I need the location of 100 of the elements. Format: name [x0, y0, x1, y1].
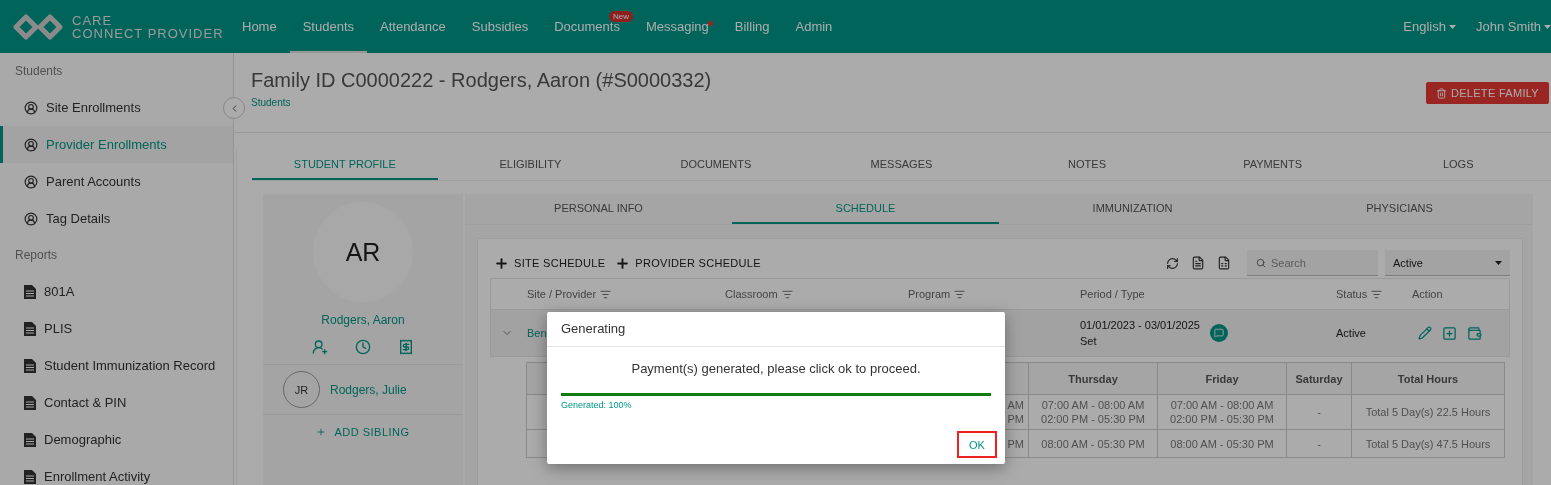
period-text: 01/01/2023 - 03/01/2025 Set [1080, 319, 1200, 347]
tab[interactable]: DOCUMENTS [623, 149, 809, 180]
sub-tab[interactable]: PERSONAL INFO [465, 194, 732, 224]
table-cell: 07:00 AM - 08:00 AM 02:00 PM - 05:30 PM [1041, 398, 1145, 426]
language-menu[interactable]: English [1403, 19, 1456, 34]
ok-button[interactable]: OK [957, 431, 997, 458]
sidebar-item[interactable]: Tag Details [0, 200, 233, 237]
sub-tab[interactable]: SCHEDULE [732, 194, 999, 224]
column-header: Saturday [1295, 371, 1343, 386]
collapse-button[interactable] [223, 97, 245, 119]
caret-icon [1544, 24, 1551, 29]
tab[interactable]: MESSAGES [808, 149, 995, 180]
delete-family-button[interactable]: DELETE FAMILY [1425, 82, 1549, 104]
document-icon [24, 358, 36, 373]
nav-link[interactable]: Subsidies [458, 0, 542, 53]
user-plus-icon[interactable] [312, 339, 328, 355]
add-sibling-button[interactable]: ADD SIBLING [310, 425, 416, 439]
nav-link[interactable]: Documents New [541, 0, 633, 53]
sidebar-item[interactable]: Enrollment Activity [0, 458, 233, 485]
table-cell: PM [1007, 436, 1024, 451]
sidebar-item[interactable]: Parent Accounts [0, 163, 233, 200]
tab[interactable]: NOTES [994, 149, 1180, 180]
plus-icon [494, 255, 509, 271]
table-cell: - [1317, 436, 1321, 451]
section-title: Students [15, 64, 63, 78]
dialog-message: Payment(s) generated, please click ok to proceed. [630, 361, 922, 376]
tab[interactable]: PAYMENTS [1179, 149, 1366, 180]
table-cell: 08:00 AM - 05:30 PM [1041, 436, 1145, 451]
tab[interactable]: LOGS [1365, 149, 1551, 180]
page-title: Family ID C0000222 - Rodgers, Aaron (#S0000332) [251, 69, 712, 92]
add-schedule-button[interactable]: SITE SCHEDULE [490, 255, 612, 271]
sidebar-item[interactable]: 801A [0, 273, 233, 310]
add-schedule-button[interactable]: PROVIDER SCHEDULE [611, 255, 767, 271]
column-header: Status [1336, 288, 1412, 300]
student-name: Rodgers, Aaron [320, 313, 406, 327]
caret-icon [1495, 260, 1502, 265]
table-cell: 08:00 AM - 05:30 PM [1170, 436, 1274, 451]
sibling-name[interactable]: Rodgers, Julie [330, 382, 407, 397]
nav-link[interactable]: Admin [782, 0, 846, 53]
logo-text: CARE CONNECT PROVIDER [72, 13, 224, 40]
filter-icon[interactable] [954, 288, 966, 300]
plus-icon [615, 255, 631, 271]
tab[interactable]: ELIGIBILITY [437, 149, 624, 180]
dialog-title: Generating [547, 312, 1005, 347]
nav-link[interactable]: Home [229, 0, 290, 53]
filter-icon[interactable] [600, 288, 612, 300]
filter-icon[interactable] [1371, 288, 1383, 300]
table-cell: Total 5 Day(s) 47.5 Hours [1365, 436, 1491, 451]
logo-icon [12, 13, 64, 40]
trash-icon [1435, 87, 1447, 99]
refresh-icon[interactable] [1166, 256, 1179, 270]
status-select[interactable]: Active [1385, 250, 1510, 276]
nav-link[interactable]: Messaging [632, 0, 722, 53]
column-header: Program [908, 288, 1080, 300]
column-header: Thursday [1068, 371, 1118, 386]
user-circle-icon [24, 100, 38, 115]
document-icon [24, 321, 36, 336]
table-cell: Total 5 Day(s) 22.5 Hours [1365, 405, 1491, 419]
column-header: Site / Provider [527, 288, 725, 300]
wallet-icon[interactable] [1467, 325, 1482, 341]
caret-icon [1448, 24, 1456, 29]
pencil-icon[interactable] [1418, 325, 1432, 340]
search-icon [1256, 257, 1266, 268]
column-header: Classroom [725, 288, 908, 300]
new-badge: New [608, 11, 633, 22]
document-export-icon[interactable] [1191, 256, 1205, 270]
search-field[interactable]: Search [1269, 250, 1378, 275]
section-title: Reports [15, 248, 58, 262]
nav-link[interactable]: Attendance [367, 0, 459, 53]
sidebar-item[interactable]: PLIS [0, 310, 233, 347]
sidebar-item[interactable]: Student Immunization Record [0, 347, 233, 384]
search-box[interactable]: Search [1247, 250, 1378, 276]
spreadsheet-export-icon[interactable] [1217, 256, 1231, 270]
user-circle-icon [24, 174, 38, 189]
column-header: Total Hours [1397, 371, 1459, 386]
sub-tab[interactable]: PHYSICIANS [1266, 194, 1533, 224]
column-header: Action [1412, 288, 1444, 300]
sidebar-item[interactable]: Demographic [0, 421, 233, 458]
avatar: AR [313, 202, 413, 302]
document-icon [24, 432, 36, 447]
plus-icon [316, 427, 327, 437]
receipt-icon[interactable] [398, 339, 414, 355]
progress-label: Generated: 100% [561, 400, 633, 410]
comment-icon[interactable] [1209, 324, 1228, 342]
sidebar-item[interactable]: Contact & PIN [0, 384, 233, 421]
clock-icon[interactable] [355, 339, 371, 355]
filter-icon[interactable] [781, 288, 793, 300]
breadcrumb-link[interactable]: Students [251, 97, 291, 108]
nav-link[interactable]: Students [289, 0, 367, 53]
document-icon [24, 284, 36, 299]
nav-link[interactable]: Billing [721, 0, 783, 53]
status-text: Active [1336, 327, 1367, 339]
sidebar-item[interactable]: Provider Enrollments [0, 126, 233, 163]
square-plus-icon[interactable] [1442, 325, 1457, 341]
user-menu[interactable]: John Smith [1475, 19, 1551, 34]
table-cell: AM PM [1007, 398, 1024, 426]
tab[interactable]: STUDENT PROFILE [252, 149, 438, 180]
table-cell: 07:00 AM - 08:00 AM 02:00 PM - 05:30 PM [1170, 398, 1274, 426]
sub-tab[interactable]: IMMUNIZATION [999, 194, 1266, 224]
user-circle-icon [24, 137, 38, 152]
